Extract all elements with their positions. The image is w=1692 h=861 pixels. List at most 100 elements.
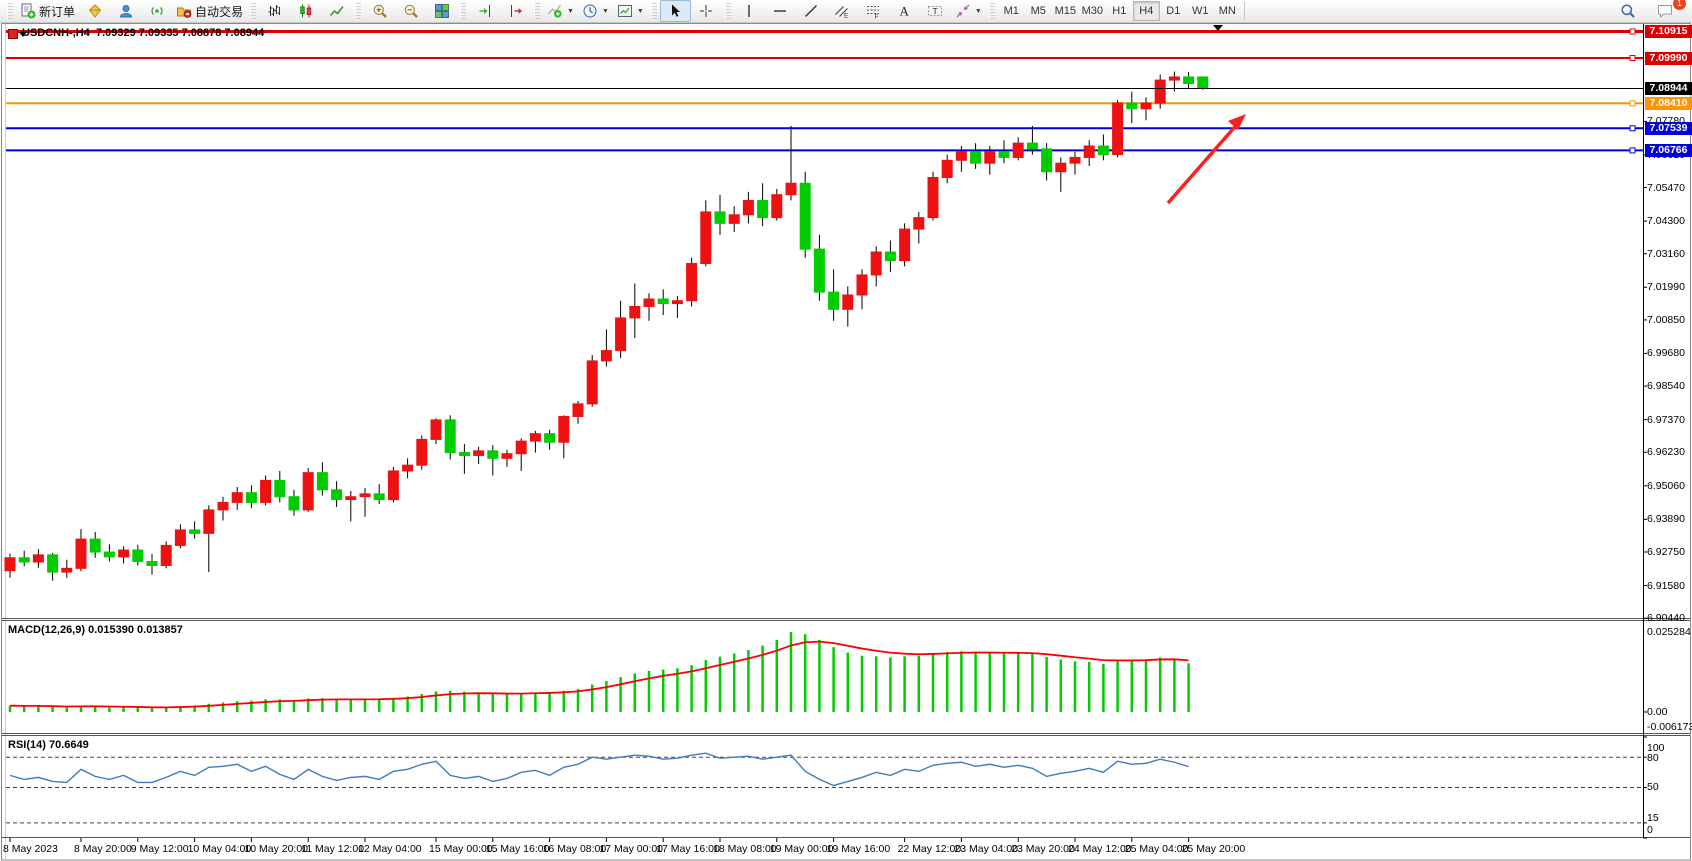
svg-text:A: A (900, 4, 910, 19)
candle-body (630, 306, 640, 317)
candle-body (232, 493, 242, 503)
toolbar-separator (1244, 2, 1245, 20)
timeframe-mn-button[interactable]: MN (1214, 1, 1241, 21)
fibonacci-button[interactable]: F (858, 0, 889, 22)
timeframe-m5-button[interactable]: M5 (1025, 1, 1052, 21)
timeframe-m15-button[interactable]: M15 (1052, 1, 1079, 21)
new-order-icon (20, 3, 36, 19)
candle-body (119, 550, 129, 557)
community-icon (118, 3, 134, 19)
channel-icon: E (834, 3, 850, 19)
autotrading-button[interactable]: 自动交易 (172, 0, 247, 22)
chevron-down-icon[interactable]: ▼ (567, 8, 574, 15)
cursor-icon (667, 3, 683, 19)
candle-body (175, 530, 185, 545)
bar-chart-button[interactable] (259, 0, 290, 22)
timeframe-m1-button[interactable]: M1 (998, 1, 1025, 21)
vertical-line-button[interactable] (734, 0, 765, 22)
chevron-down-icon[interactable]: ▼ (975, 8, 982, 15)
horizontal-line-button[interactable] (765, 0, 796, 22)
chart-title: USDCNH-,H4 7.09329 7.09335 7.08878 7.089… (22, 27, 264, 39)
candle-body (914, 218, 924, 229)
candle-body (360, 494, 370, 497)
candle-body (587, 361, 597, 404)
channel-button[interactable]: E (827, 0, 858, 22)
notifications-button[interactable]: 1 (1649, 0, 1680, 22)
candle-body (1113, 103, 1123, 155)
search-icon (1620, 3, 1636, 19)
candlestick-chart-icon (298, 3, 314, 19)
metaeditor-button[interactable] (79, 0, 110, 22)
zoom-in-button[interactable] (364, 0, 395, 22)
chart-canvas[interactable] (0, 0, 1692, 861)
zoom-out-button[interactable] (395, 0, 426, 22)
timeframe-w1-button[interactable]: W1 (1187, 1, 1214, 21)
candle-body (445, 420, 455, 453)
annotation-arrow[interactable] (1168, 121, 1240, 203)
chevron-down-icon[interactable]: ▼ (602, 8, 609, 15)
candle-body (261, 480, 271, 502)
text-button[interactable]: A (889, 0, 920, 22)
price-line-handle[interactable] (1630, 101, 1635, 106)
search-button[interactable] (1612, 0, 1643, 22)
autotrading-icon-label: 自动交易 (195, 3, 243, 20)
line-chart-button[interactable] (321, 0, 352, 22)
community-button[interactable] (110, 0, 141, 22)
chart-collapse-icon[interactable] (8, 29, 18, 39)
candle-body (90, 539, 100, 552)
fibonacci-icon: F (865, 3, 881, 19)
price-line-handle[interactable] (1630, 29, 1635, 34)
candle-body (1198, 77, 1208, 88)
tile-windows-button[interactable] (426, 0, 457, 22)
candle-body (1127, 103, 1137, 109)
candle-body (900, 229, 910, 261)
price-line-handle[interactable] (1630, 56, 1635, 61)
candle-body (190, 530, 200, 533)
toolbar: 新订单 自动交易 ▼ ▼ ▼ EF AT ▼ M1M5M15M30H1H4D1W1MN 1 (0, 0, 1692, 23)
candle-body (488, 451, 498, 458)
candle-body (772, 195, 782, 218)
candle-body (161, 545, 171, 565)
candle-body (76, 539, 86, 568)
text-icon: A (896, 3, 912, 19)
tile-windows-icon (434, 3, 450, 19)
chart-shift-button[interactable] (500, 0, 531, 22)
crosshair-button[interactable] (691, 0, 722, 22)
signals-button[interactable] (141, 0, 172, 22)
periods-button[interactable]: ▼ (578, 0, 613, 22)
chevron-down-icon[interactable]: ▼ (637, 8, 644, 15)
timeframe-h4-button[interactable]: H4 (1133, 1, 1160, 21)
candlestick-chart-button[interactable] (290, 0, 321, 22)
indicators-icon (547, 3, 563, 19)
candle-body (743, 200, 753, 214)
last-bar-marker (1213, 25, 1223, 36)
candle-body (147, 561, 157, 565)
new-order-button[interactable]: 新订单 (16, 0, 79, 22)
price-line-handle[interactable] (1630, 148, 1635, 153)
new-order-icon-label: 新订单 (39, 3, 75, 20)
toolbar-grip (355, 3, 361, 19)
auto-scroll-button[interactable] (469, 0, 500, 22)
trendline-button[interactable] (796, 0, 827, 22)
toolbar-grip (250, 3, 256, 19)
toolbar-grip (725, 3, 731, 19)
rsi-line (10, 753, 1189, 785)
cursor-button[interactable] (660, 0, 691, 22)
candle-body (672, 301, 682, 304)
candle-body (729, 215, 739, 224)
candle-body (687, 263, 697, 300)
timeframe-m30-button[interactable]: M30 (1079, 1, 1106, 21)
price-line-handle[interactable] (1630, 126, 1635, 131)
auto-scroll-icon (477, 3, 493, 19)
timeframe-h1-button[interactable]: H1 (1106, 1, 1133, 21)
candle-body (19, 558, 29, 562)
trendline-icon (803, 3, 819, 19)
shapes-icon (955, 3, 971, 19)
candle-body (417, 439, 427, 465)
candle-body (1169, 77, 1179, 80)
label-button[interactable]: T (920, 0, 951, 22)
indicators-button[interactable]: ▼ (543, 0, 578, 22)
templates-button[interactable]: ▼ (613, 0, 648, 22)
shapes-button[interactable]: ▼ (951, 0, 986, 22)
timeframe-d1-button[interactable]: D1 (1160, 1, 1187, 21)
